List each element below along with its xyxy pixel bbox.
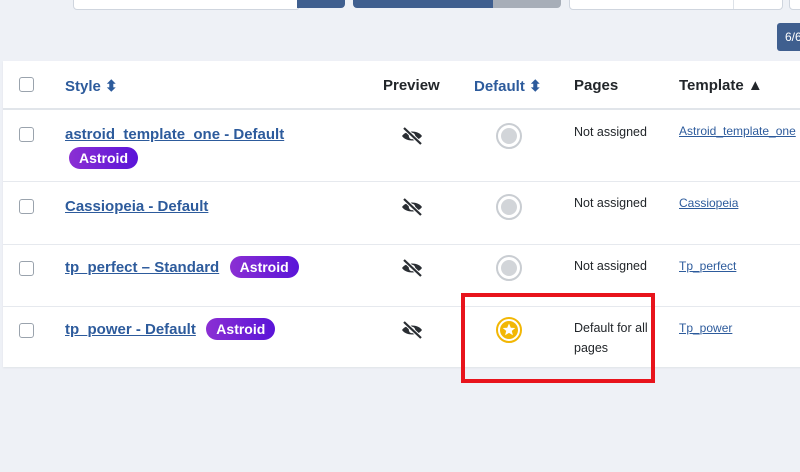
- row-checkbox[interactable]: [19, 261, 34, 276]
- style-cell: Cassiopeia - Default: [65, 198, 208, 216]
- not-default-circle-icon[interactable]: [495, 122, 523, 150]
- table-row: tp_power - Default Astroid Default for a…: [3, 307, 800, 367]
- row-checkbox[interactable]: [19, 323, 34, 338]
- sort-template-header[interactable]: Template ▲: [679, 77, 763, 94]
- table-row: astroid_template_one - Default Astroid N…: [3, 110, 800, 182]
- row-checkbox[interactable]: [19, 127, 34, 142]
- ordering-select[interactable]: [569, 0, 783, 10]
- pages-header: Pages: [574, 77, 619, 94]
- style-link[interactable]: Cassiopeia - Default: [65, 198, 208, 215]
- template-link[interactable]: Cassiopeia: [679, 196, 738, 210]
- not-default-circle-icon[interactable]: [495, 254, 523, 282]
- select-all-checkbox[interactable]: [19, 77, 34, 92]
- row-checkbox[interactable]: [19, 199, 34, 214]
- template-link[interactable]: Astroid_template_one: [679, 124, 796, 138]
- template-link[interactable]: Tp_power: [679, 321, 732, 335]
- sort-style-header[interactable]: Style ⬍: [65, 77, 118, 95]
- clear-button[interactable]: [493, 0, 561, 8]
- search-input[interactable]: [73, 0, 300, 10]
- pages-cell: Not assigned: [574, 259, 647, 273]
- style-cell: tp_perfect – Standard Astroid: [65, 256, 299, 278]
- select-divider: [733, 0, 734, 9]
- sort-default-header[interactable]: Default ⬍: [474, 77, 542, 95]
- preview-header: Preview: [383, 77, 440, 94]
- style-cell: astroid_template_one - Default Astroid: [65, 126, 284, 169]
- astroid-badge: Astroid: [69, 147, 138, 169]
- table-row: Cassiopeia - Default Not assigned Cassio…: [3, 182, 800, 245]
- results-count-badge: 6/6: [777, 23, 800, 51]
- style-link[interactable]: tp_perfect – Standard: [65, 259, 219, 276]
- astroid-badge: Astroid: [206, 318, 276, 340]
- table-row: tp_perfect – Standard Astroid Not assign…: [3, 245, 800, 307]
- pages-cell: Not assigned: [574, 125, 647, 139]
- style-link[interactable]: astroid_template_one - Default: [65, 126, 284, 143]
- template-link[interactable]: Tp_perfect: [679, 259, 736, 273]
- styles-table: Style ⬍ Preview Default ⬍ Pages Template…: [3, 61, 800, 367]
- style-cell: tp_power - Default Astroid: [65, 318, 276, 340]
- filter-options-button[interactable]: [353, 0, 493, 8]
- not-default-circle-icon[interactable]: [495, 193, 523, 221]
- eye-slash-icon: [402, 197, 423, 217]
- search-button[interactable]: [297, 0, 345, 8]
- eye-slash-icon: [402, 126, 423, 146]
- eye-slash-icon: [402, 320, 423, 340]
- highlight-box: [461, 293, 655, 383]
- limit-select[interactable]: [789, 0, 800, 10]
- eye-slash-icon: [402, 258, 423, 278]
- style-link[interactable]: tp_power - Default: [65, 321, 196, 338]
- astroid-badge: Astroid: [229, 256, 299, 278]
- table-header: Style ⬍ Preview Default ⬍ Pages Template…: [3, 61, 800, 110]
- pages-cell: Not assigned: [574, 196, 647, 210]
